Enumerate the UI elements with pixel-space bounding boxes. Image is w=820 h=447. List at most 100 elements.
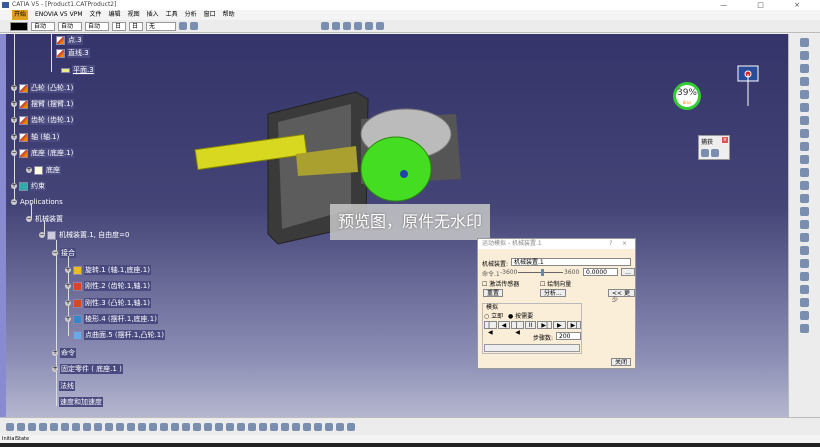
linestyle-select[interactable]: 自动 — [85, 21, 109, 31]
tree-item-part[interactable]: 底座 (底座.1) — [30, 148, 75, 158]
tool-icon[interactable] — [800, 220, 809, 229]
step-forward-icon[interactable]: ▶| — [537, 321, 553, 329]
tool-icon[interactable] — [347, 422, 355, 431]
copy-icon[interactable] — [61, 422, 69, 431]
tree-item-body[interactable]: 底座 — [45, 165, 61, 175]
tool-icon[interactable] — [303, 422, 311, 431]
tool-icon[interactable] — [800, 51, 809, 60]
tool-icon[interactable] — [800, 285, 809, 294]
command-slider[interactable] — [518, 269, 563, 276]
cut-icon[interactable] — [50, 422, 58, 431]
tool-icon[interactable] — [800, 129, 809, 138]
normal-view-icon[interactable] — [226, 422, 234, 431]
swap-icon[interactable] — [270, 422, 278, 431]
help-icon[interactable] — [105, 422, 113, 431]
color-select[interactable] — [10, 21, 28, 31]
plot-vectors-checkbox[interactable]: ☐ 绘制向量 — [540, 279, 571, 288]
tree-item-mechanisms[interactable]: 机械装置 — [34, 214, 64, 224]
tool-icon[interactable] — [800, 259, 809, 268]
tool-icon[interactable] — [376, 22, 384, 30]
layer-select[interactable]: 日 — [129, 21, 143, 31]
tool-icon[interactable] — [800, 168, 809, 177]
less-button[interactable]: << 更少 — [608, 289, 635, 304]
menu-tools[interactable]: 工具 — [166, 10, 178, 20]
on-request-radio[interactable]: ● 按需要 — [508, 311, 533, 320]
dialog-title-buttons[interactable]: ? × — [609, 239, 627, 249]
capture-icon[interactable] — [701, 149, 709, 157]
menu-start[interactable]: 开始 — [12, 10, 29, 20]
tree-item-fixed-part[interactable]: 固定零件 ( 底座.1 ) — [60, 364, 123, 374]
tree-scrollbar[interactable] — [0, 34, 6, 417]
thickness-select[interactable]: 自动 — [58, 21, 82, 31]
menu-view[interactable]: 视图 — [128, 10, 140, 20]
tool-icon[interactable] — [800, 77, 809, 86]
tool-icon[interactable] — [800, 207, 809, 216]
tool-icon[interactable] — [800, 64, 809, 73]
tool-icon[interactable] — [800, 246, 809, 255]
tool-icon[interactable] — [800, 38, 809, 47]
tool-icon[interactable] — [292, 422, 300, 431]
layer-name-select[interactable]: 无 — [146, 21, 176, 31]
tool-icon[interactable] — [800, 298, 809, 307]
zoom-out-icon[interactable] — [215, 422, 223, 431]
menu-window[interactable]: 窗口 — [204, 10, 216, 20]
close-button[interactable]: 关闭 — [611, 358, 632, 366]
menu-file[interactable]: 文件 — [90, 10, 102, 20]
activate-sensors-checkbox[interactable]: ☐ 激活传感器 — [482, 279, 519, 288]
tool-icon[interactable] — [336, 422, 344, 431]
menu-analysis[interactable]: 分析 — [185, 10, 197, 20]
print-icon[interactable] — [39, 422, 47, 431]
menu-insert[interactable]: 插入 — [147, 10, 159, 20]
steps-select[interactable]: 200 — [556, 332, 581, 340]
hide-show-icon[interactable] — [259, 422, 267, 431]
tree-item-line[interactable]: 直线.3 — [67, 48, 90, 58]
fit-all-icon[interactable] — [171, 422, 179, 431]
tool-icon[interactable] — [800, 90, 809, 99]
tree-item-joint[interactable]: 点曲面.5 (摆杆.1,凸轮.1) — [84, 330, 165, 340]
close-icon[interactable]: × — [722, 137, 728, 143]
iso-view-icon[interactable] — [237, 422, 245, 431]
tree-item-commands[interactable]: 命令 — [60, 348, 76, 358]
shading-icon[interactable] — [248, 422, 256, 431]
reset-button[interactable]: 重置 — [483, 289, 504, 297]
tool-icon[interactable] — [800, 324, 809, 333]
tool-icon[interactable] — [800, 181, 809, 190]
first-icon[interactable]: |◀ — [484, 321, 497, 336]
step-back-icon[interactable]: |◀ — [511, 321, 524, 336]
tool-icon[interactable] — [800, 194, 809, 203]
rotate-icon[interactable] — [193, 422, 201, 431]
pause-icon[interactable]: II — [524, 321, 537, 329]
tree-item-joint[interactable]: 刚性.3 (凸轮.1,轴.1) — [84, 298, 151, 308]
tool-icon[interactable] — [325, 422, 333, 431]
play-icon[interactable]: ▶ — [553, 321, 566, 329]
tool-icon[interactable] — [800, 116, 809, 125]
paint-icon[interactable] — [179, 22, 187, 30]
tool-icon[interactable] — [800, 233, 809, 242]
back-icon[interactable]: ◀ — [497, 321, 511, 329]
tree-item-mechanism[interactable]: 机械装置.1, 自由度=0 — [58, 230, 130, 240]
capture-icon[interactable] — [710, 149, 719, 157]
last-icon[interactable]: ▶| — [566, 321, 582, 329]
save-icon[interactable] — [28, 422, 36, 431]
zoom-in-icon[interactable] — [204, 422, 212, 431]
tool-icon[interactable] — [365, 22, 373, 30]
tree-item-joint[interactable]: 旋转.1 (轴.1,底座.1) — [84, 265, 151, 275]
tree-item-part[interactable]: 摆臂 (摆臂.1) — [30, 99, 75, 109]
tool-icon[interactable] — [314, 422, 322, 431]
tool-icon[interactable] — [800, 311, 809, 320]
point-select[interactable]: 日 — [112, 21, 126, 31]
redo-icon[interactable] — [94, 422, 102, 431]
tool-icon[interactable] — [343, 22, 351, 30]
formula-icon[interactable] — [116, 422, 124, 431]
tool-icon[interactable] — [321, 22, 329, 30]
menu-edit[interactable]: 编辑 — [109, 10, 121, 20]
paste-icon[interactable] — [72, 422, 80, 431]
tool-icon[interactable] — [800, 272, 809, 281]
menu-help[interactable]: 帮助 — [223, 10, 235, 20]
mechanism-select[interactable]: 机械装置.1 — [511, 258, 631, 266]
tool-icon[interactable] — [149, 422, 157, 431]
tree-item-part[interactable]: 凸轮 (凸轮.1) — [30, 83, 75, 93]
tree-item-part[interactable]: 轴 (轴.1) — [30, 132, 61, 142]
new-icon[interactable] — [6, 422, 14, 431]
tree-item-constraints[interactable]: 约束 — [30, 181, 46, 191]
